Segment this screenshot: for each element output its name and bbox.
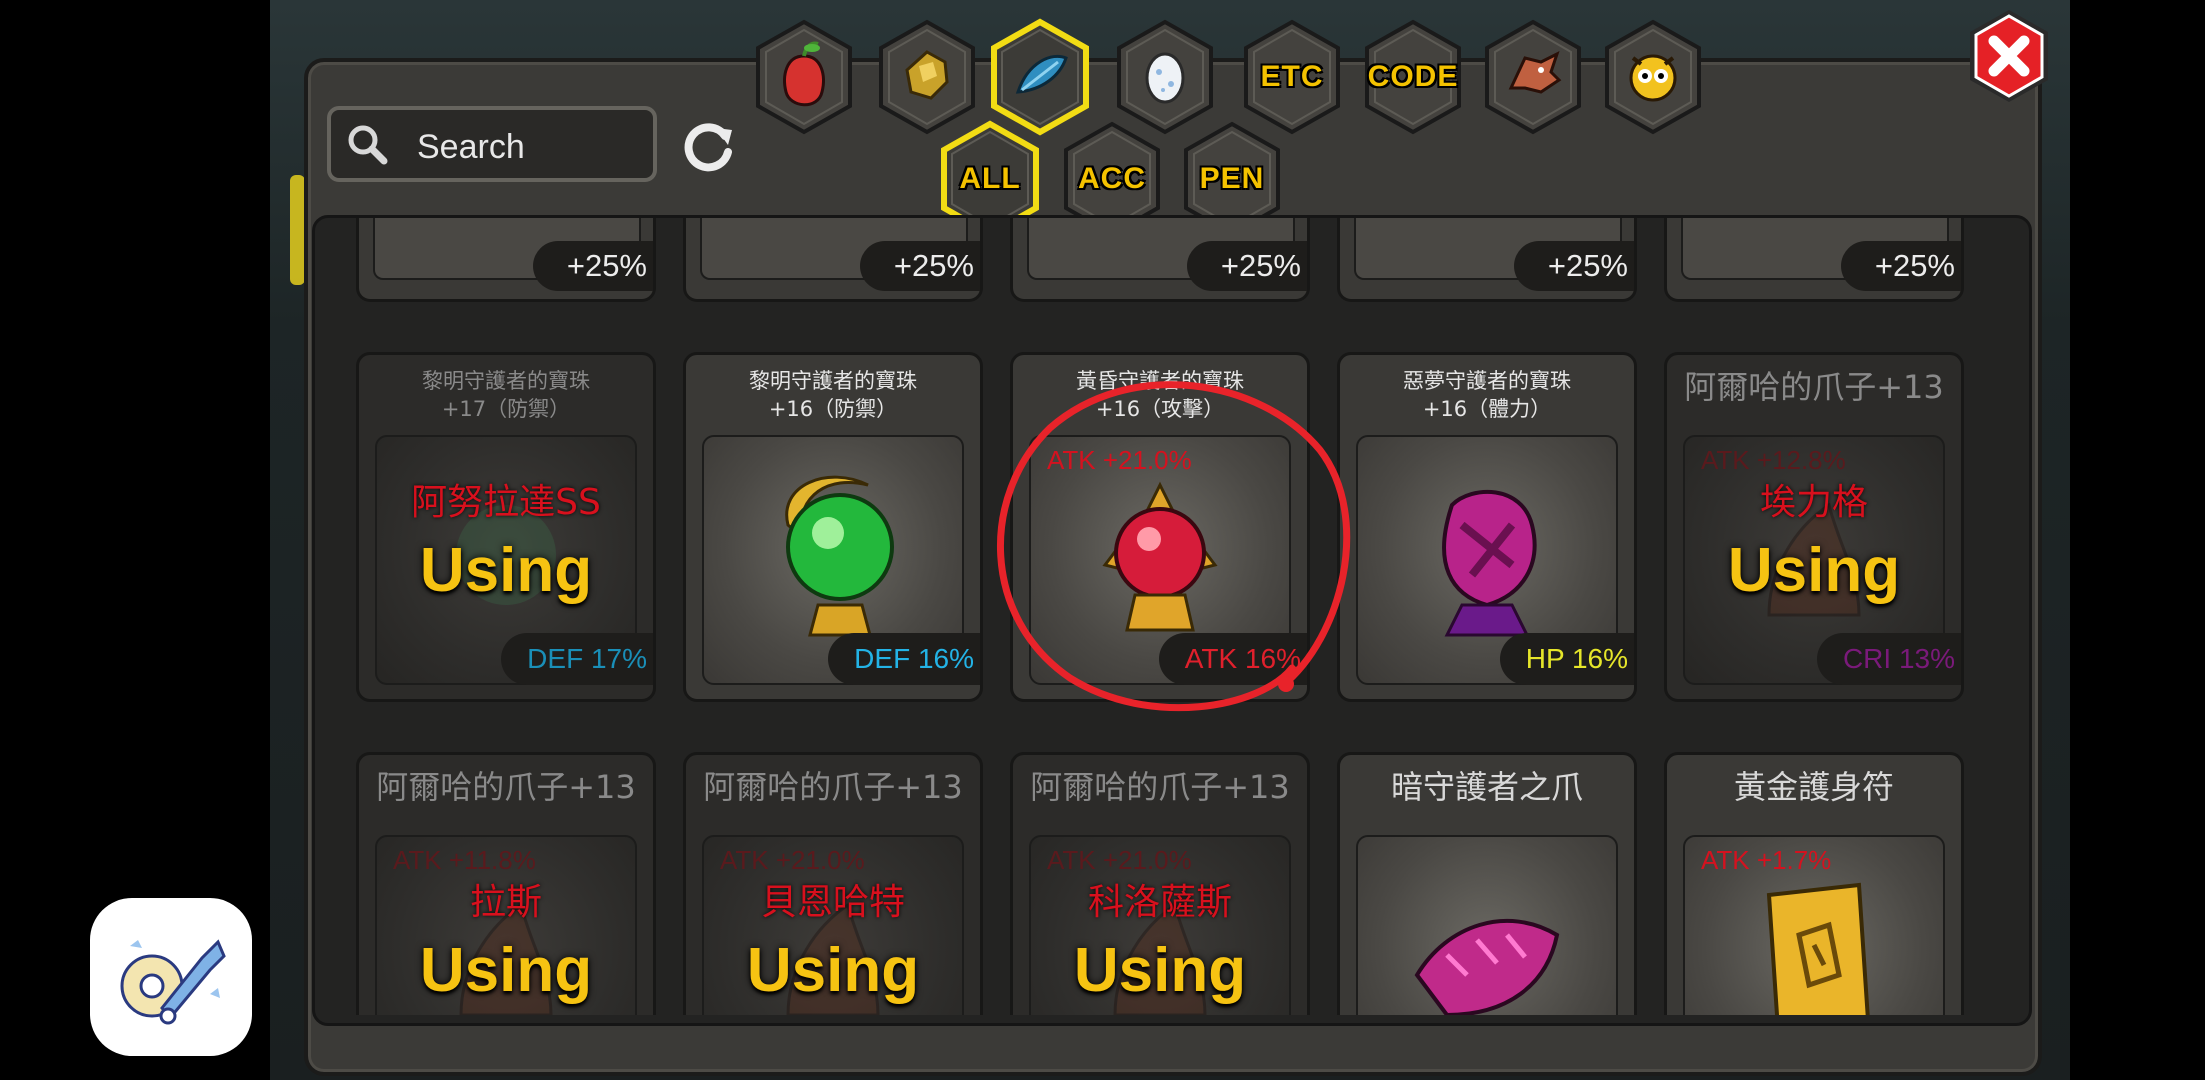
item-card[interactable]: 阿爾哈的爪子+13 ATK +12.8% 埃力格 Using CRI 13% bbox=[1664, 352, 1964, 702]
item-name: 黎明守護者的寶珠 +17（防禦） bbox=[422, 369, 590, 421]
feather-icon bbox=[1015, 54, 1068, 94]
item-card[interactable]: 黃金護身符 ATK +1.7% bbox=[1664, 752, 1964, 1015]
item-card-partial[interactable]: +25% bbox=[1337, 218, 1637, 302]
item-card[interactable]: 阿爾哈的爪子+13 ATK +21.0% 科洛薩斯 Using bbox=[1010, 752, 1310, 1015]
item-card-partial[interactable]: +25% bbox=[683, 218, 983, 302]
item-owner: 科洛薩斯 bbox=[1087, 882, 1232, 923]
using-badge: Using bbox=[419, 536, 593, 605]
search-icon bbox=[348, 125, 388, 165]
refresh-icon[interactable] bbox=[678, 118, 738, 178]
item-atk-bonus: ATK +21.0% bbox=[720, 845, 865, 875]
using-badge: Using bbox=[1073, 936, 1247, 1005]
item-name: 阿爾哈的爪子+13 bbox=[703, 768, 963, 806]
item-stat: HP 16% bbox=[1499, 633, 1634, 685]
gold-ore-icon bbox=[905, 50, 949, 100]
owl-icon bbox=[1629, 54, 1677, 102]
item-card-partial[interactable]: +25% bbox=[356, 218, 656, 302]
item-card[interactable]: 黎明守護者的寶珠 +16（防禦） DEF 16% bbox=[683, 352, 983, 702]
item-card[interactable]: 惡夢守護者的寶珠 +16（體力） HP 16% bbox=[1337, 352, 1637, 702]
close-button[interactable] bbox=[1966, 8, 2052, 104]
dragon-icon bbox=[1508, 51, 1562, 94]
tab-fruit[interactable] bbox=[752, 18, 856, 136]
using-badge: Using bbox=[746, 936, 920, 1005]
tab-dragon[interactable] bbox=[1481, 18, 1585, 136]
item-atk-bonus: ATK +1.7% bbox=[1701, 845, 1832, 875]
tab-owl[interactable] bbox=[1601, 18, 1705, 136]
item-card-partial[interactable]: +25% bbox=[1664, 218, 1964, 302]
item-name: 阿爾哈的爪子+13 bbox=[1030, 768, 1290, 806]
item-stat: +25% bbox=[1840, 241, 1961, 291]
search-input[interactable]: Search bbox=[417, 128, 525, 167]
item-card-partial[interactable]: +25% bbox=[1010, 218, 1310, 302]
item-owner: 拉斯 bbox=[469, 882, 542, 923]
search-box[interactable]: Search bbox=[327, 106, 657, 182]
item-image bbox=[1356, 835, 1618, 1015]
item-stat: +25% bbox=[1513, 241, 1634, 291]
item-stat: DEF 17% bbox=[501, 633, 653, 685]
item-card[interactable]: 暗守護者之爪 bbox=[1337, 752, 1637, 1015]
tab-label: ETC bbox=[1260, 60, 1324, 93]
fruit-icon bbox=[783, 41, 825, 107]
tab-feather[interactable] bbox=[988, 18, 1092, 136]
using-badge: Using bbox=[1727, 536, 1901, 605]
tab-etc[interactable]: ETC bbox=[1240, 18, 1344, 136]
item-owner: 貝恩哈特 bbox=[760, 882, 905, 923]
item-stat: DEF 16% bbox=[828, 633, 980, 685]
egg-icon bbox=[1145, 52, 1185, 104]
gear-wrench-icon bbox=[120, 939, 226, 1025]
item-owner: 埃力格 bbox=[1759, 482, 1868, 523]
item-atk-bonus: ATK +12.8% bbox=[1701, 445, 1846, 475]
item-atk-bonus: ATK +21.0% bbox=[1047, 845, 1192, 875]
item-name: 黎明守護者的寶珠 +16（防禦） bbox=[749, 369, 917, 421]
item-name: 暗守護者之爪 bbox=[1390, 768, 1583, 806]
item-card[interactable]: 阿爾哈的爪子+13 ATK +11.8% 拉斯 Using bbox=[356, 752, 656, 1015]
item-owner: 阿努拉達SS bbox=[411, 482, 601, 523]
item-card[interactable]: 黎明守護者的寶珠 +17（防禦） 阿努拉達SS Using DEF 17% bbox=[356, 352, 656, 702]
item-name: 阿爾哈的爪子+13 bbox=[376, 768, 636, 806]
using-badge: Using bbox=[419, 936, 593, 1005]
tab-egg[interactable] bbox=[1113, 18, 1217, 136]
game-assistant-button[interactable] bbox=[90, 898, 252, 1056]
item-stat: +25% bbox=[859, 241, 980, 291]
tab-label: CODE bbox=[1367, 60, 1459, 93]
item-atk-bonus: ATK +11.8% bbox=[393, 845, 536, 875]
item-name: 黃金護身符 bbox=[1733, 768, 1894, 806]
item-stat: +25% bbox=[1186, 241, 1307, 291]
item-name: 阿爾哈的爪子+13 bbox=[1684, 368, 1944, 406]
red-annotation-circle bbox=[996, 381, 1351, 712]
tab-gold-ore[interactable] bbox=[875, 18, 979, 136]
item-stat: CRI 13% bbox=[1816, 633, 1961, 685]
tab-code[interactable]: CODE bbox=[1361, 18, 1465, 136]
item-card[interactable]: 阿爾哈的爪子+13 ATK +21.0% 貝恩哈特 Using bbox=[683, 752, 983, 1015]
item-stat: +25% bbox=[532, 241, 653, 291]
item-name: 惡夢守護者的寶珠 +16（體力） bbox=[1403, 369, 1571, 421]
